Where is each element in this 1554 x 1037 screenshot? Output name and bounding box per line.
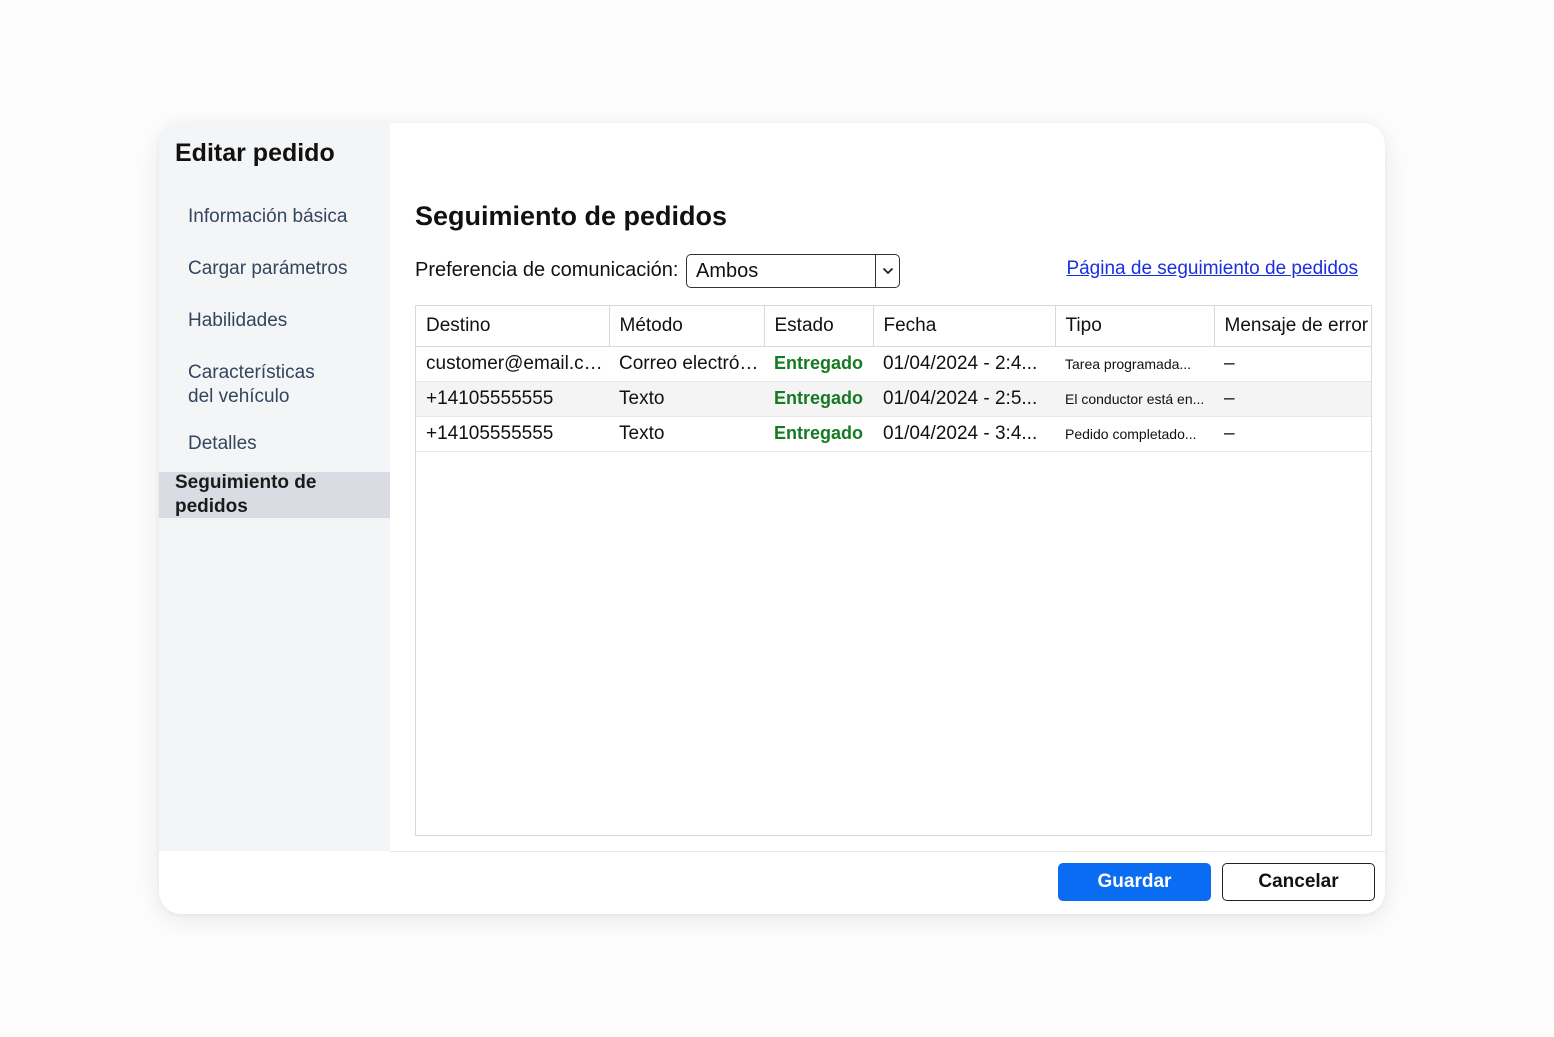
cell-type: Tarea programada... bbox=[1055, 346, 1214, 382]
sidebar-item-basic-info[interactable]: Información básica bbox=[188, 205, 347, 229]
cell-error-message: – bbox=[1214, 416, 1371, 452]
cell-method: Texto bbox=[609, 381, 764, 417]
communication-preference-select[interactable]: Ambos bbox=[686, 254, 900, 288]
column-header-error-message[interactable]: Mensaje de error bbox=[1214, 306, 1371, 347]
order-tracking-page-link[interactable]: Página de seguimiento de pedidos bbox=[1066, 258, 1358, 280]
cell-type: Pedido completado... bbox=[1055, 416, 1214, 452]
cell-status: Entregado bbox=[764, 416, 873, 452]
cell-error-message: – bbox=[1214, 381, 1371, 417]
communication-preference-label: Preferencia de comunicación: bbox=[415, 259, 679, 281]
edit-order-dialog: Editar pedido Información básica Cargar … bbox=[159, 123, 1385, 914]
save-button[interactable]: Guardar bbox=[1058, 863, 1211, 901]
cell-method: Correo electrónico bbox=[609, 346, 764, 382]
table-row[interactable]: +14105555555 Texto Entregado 01/04/2024 … bbox=[416, 416, 1371, 452]
cancel-button[interactable]: Cancelar bbox=[1222, 863, 1375, 901]
sidebar-item-order-tracking[interactable]: Seguimiento de pedidos bbox=[159, 472, 390, 518]
cell-type: El conductor está en... bbox=[1055, 381, 1214, 417]
cell-destination: +14105555555 bbox=[416, 416, 609, 452]
sidebar-item-skills[interactable]: Habilidades bbox=[188, 309, 287, 333]
section-title: Seguimiento de pedidos bbox=[415, 201, 728, 231]
column-header-method[interactable]: Método bbox=[609, 306, 765, 347]
tracking-table: Destino Método Estado Fecha Tipo Mensaje… bbox=[415, 305, 1372, 836]
sidebar-item-load-parameters[interactable]: Cargar parámetros bbox=[188, 257, 347, 281]
table-row[interactable]: customer@email.com Correo electrónico En… bbox=[416, 346, 1371, 382]
cell-status: Entregado bbox=[764, 346, 873, 382]
communication-preference-value: Ambos bbox=[696, 259, 759, 282]
cell-date: 01/04/2024 - 2:5... bbox=[873, 381, 1055, 417]
cell-method: Texto bbox=[609, 416, 764, 452]
column-header-destination[interactable]: Destino bbox=[416, 306, 610, 347]
cell-error-message: – bbox=[1214, 346, 1371, 382]
table-row[interactable]: +14105555555 Texto Entregado 01/04/2024 … bbox=[416, 381, 1371, 417]
column-header-status[interactable]: Estado bbox=[764, 306, 874, 347]
cell-destination: customer@email.com bbox=[416, 346, 609, 382]
sidebar-item-details[interactable]: Detalles bbox=[188, 432, 257, 456]
chevron-down-icon[interactable] bbox=[875, 255, 899, 287]
column-header-type[interactable]: Tipo bbox=[1055, 306, 1215, 347]
column-header-date[interactable]: Fecha bbox=[873, 306, 1056, 347]
sidebar-item-vehicle-features[interactable]: Características del vehículo bbox=[188, 361, 315, 409]
footer-divider bbox=[390, 851, 1385, 852]
cell-date: 01/04/2024 - 2:4... bbox=[873, 346, 1055, 382]
cell-date: 01/04/2024 - 3:4... bbox=[873, 416, 1055, 452]
cell-status: Entregado bbox=[764, 381, 873, 417]
dialog-title: Editar pedido bbox=[175, 139, 335, 167]
cell-destination: +14105555555 bbox=[416, 381, 609, 417]
sidebar: Editar pedido Información básica Cargar … bbox=[159, 123, 390, 851]
table-header-row: Destino Método Estado Fecha Tipo Mensaje… bbox=[416, 306, 1371, 347]
